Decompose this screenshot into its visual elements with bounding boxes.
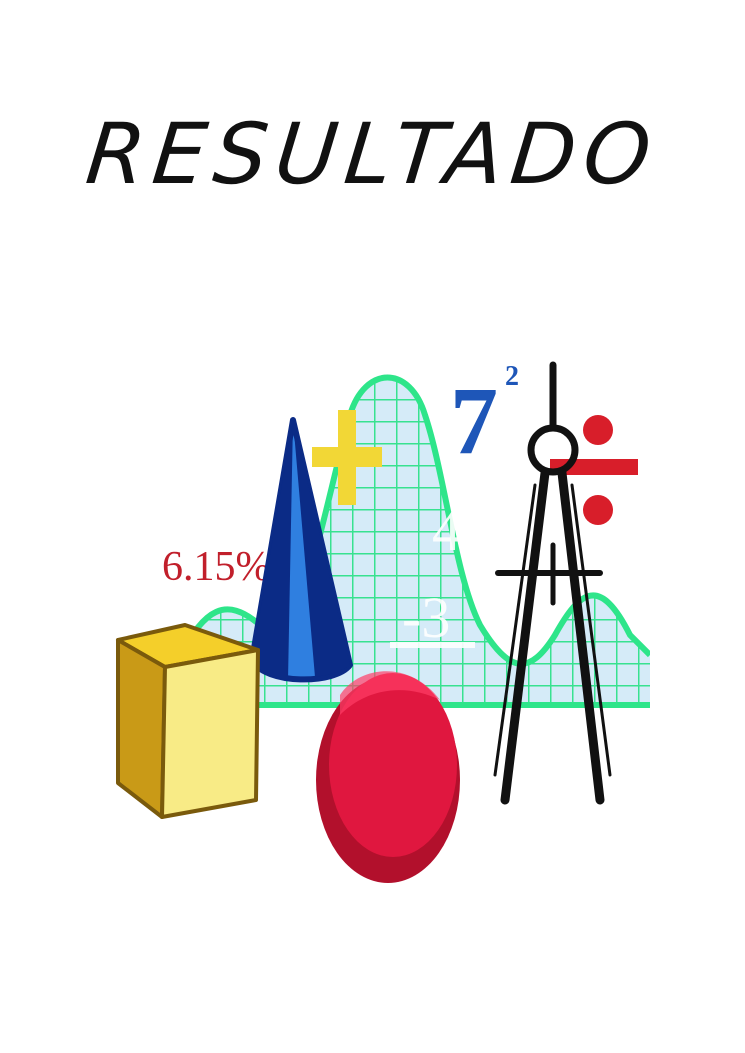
page-title: RESULTADO: [81, 105, 664, 203]
math-clipart: 6.15% 7 2 4 -3: [110, 355, 650, 890]
math-clipart-svg: 6.15% 7 2 4 -3: [116, 361, 650, 883]
exponent-base: 7: [450, 367, 498, 474]
page: RESULTADO 6.15% 7 2 4 -3: [0, 0, 745, 1053]
arith-bottom: -3: [402, 585, 450, 650]
arith-top: 4: [432, 498, 461, 563]
percent-label: 6.15%: [162, 544, 271, 590]
cube-icon: [116, 623, 260, 819]
exponent-power: 2: [505, 361, 519, 392]
